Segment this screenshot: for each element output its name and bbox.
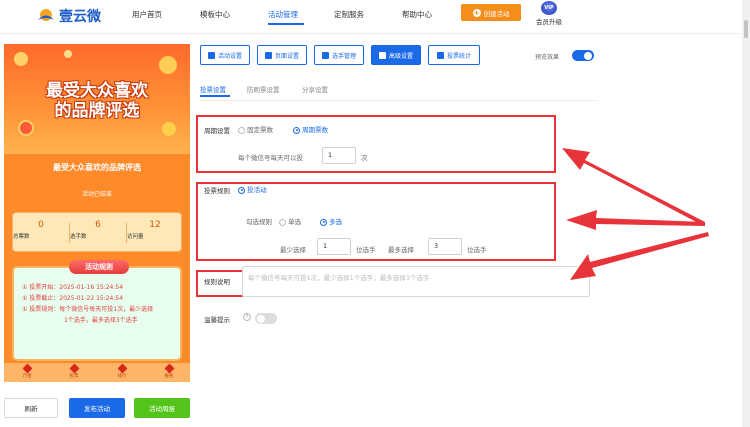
arrow-icon: [562, 148, 705, 226]
arrow-icon: [570, 232, 709, 280]
annotation-arrows: [562, 148, 709, 280]
